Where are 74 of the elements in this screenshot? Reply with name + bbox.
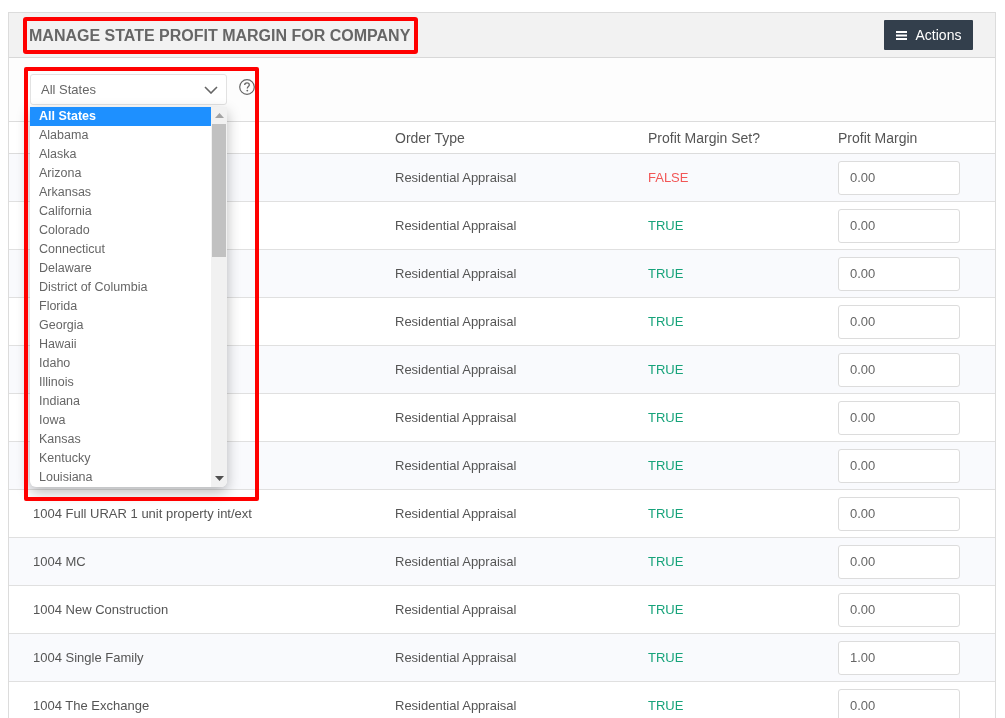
status-cell: TRUE xyxy=(624,585,814,634)
state-option[interactable]: Arizona xyxy=(30,164,211,183)
table-cell: 1004 MC xyxy=(9,537,371,586)
order-type-cell: Residential Appraisal xyxy=(371,489,624,538)
state-option[interactable]: District of Columbia xyxy=(30,278,211,297)
status-cell: TRUE xyxy=(624,681,814,718)
state-option[interactable]: Florida xyxy=(30,297,211,316)
profit-margin-input[interactable]: 0.00 xyxy=(838,304,960,339)
menu-icon xyxy=(895,30,907,40)
table-cell: 1004 Single Family xyxy=(9,633,371,682)
status-cell: FALSE xyxy=(624,153,814,202)
state-select[interactable]: All States xyxy=(30,74,227,105)
status-cell: TRUE xyxy=(624,249,814,298)
order-type-cell: Residential Appraisal xyxy=(371,345,624,394)
state-option[interactable]: Colorado xyxy=(30,221,211,240)
profit-margin-input[interactable]: 0.00 xyxy=(838,592,960,627)
order-type-cell: Residential Appraisal xyxy=(371,201,624,250)
state-option[interactable]: Georgia xyxy=(30,316,211,335)
profit-margin-input[interactable]: 0.00 xyxy=(838,496,960,531)
profit-margin-input[interactable]: 0.00 xyxy=(838,400,960,435)
scroll-down-arrow-icon[interactable] xyxy=(214,476,224,481)
state-option[interactable]: Louisiana xyxy=(30,468,211,487)
chevron-down-icon xyxy=(204,85,218,94)
state-option[interactable]: Illinois xyxy=(30,373,211,392)
status-cell: TRUE xyxy=(624,441,814,490)
order-type-cell: Residential Appraisal xyxy=(371,153,624,202)
status-cell: TRUE xyxy=(624,537,814,586)
scrollbar[interactable] xyxy=(211,107,227,487)
order-type-cell: Residential Appraisal xyxy=(371,633,624,682)
order-type-cell: Residential Appraisal xyxy=(371,441,624,490)
state-option[interactable]: Iowa xyxy=(30,411,211,430)
state-option[interactable]: Delaware xyxy=(30,259,211,278)
scroll-up-arrow-icon[interactable] xyxy=(214,113,224,118)
order-type-cell: Residential Appraisal xyxy=(371,297,624,346)
state-option[interactable]: Hawaii xyxy=(30,335,211,354)
state-option[interactable]: Arkansas xyxy=(30,183,211,202)
state-option[interactable]: Indiana xyxy=(30,392,211,411)
column-header: Profit Margin Set? xyxy=(624,121,814,154)
profit-margin-input[interactable]: 0.00 xyxy=(838,688,960,718)
state-option[interactable]: Connecticut xyxy=(30,240,211,259)
state-option[interactable]: Kansas xyxy=(30,430,211,449)
state-option[interactable]: All States xyxy=(30,107,211,126)
help-icon[interactable] xyxy=(239,79,255,95)
profit-margin-input[interactable]: 0.00 xyxy=(838,448,960,483)
order-type-cell: Residential Appraisal xyxy=(371,393,624,442)
table-cell: 1004 Full URAR 1 unit property int/ext xyxy=(9,489,371,538)
scrollbar-thumb[interactable] xyxy=(212,124,226,257)
order-type-cell: Residential Appraisal xyxy=(371,585,624,634)
state-option[interactable]: Alaska xyxy=(30,145,211,164)
actions-button[interactable]: Actions xyxy=(884,20,973,50)
column-header: Order Type xyxy=(371,121,624,154)
status-cell: TRUE xyxy=(624,345,814,394)
profit-margin-input[interactable]: 0.00 xyxy=(838,352,960,387)
column-header: Profit Margin xyxy=(814,121,995,154)
profit-margin-input[interactable]: 0.00 xyxy=(838,160,960,195)
status-cell: TRUE xyxy=(624,393,814,442)
order-type-cell: Residential Appraisal xyxy=(371,249,624,298)
status-cell: TRUE xyxy=(624,633,814,682)
profit-margin-input[interactable]: 0.00 xyxy=(838,208,960,243)
order-type-cell: Residential Appraisal xyxy=(371,681,624,718)
table-cell: 1004 New Construction xyxy=(9,585,371,634)
page-title: MANAGE STATE PROFIT MARGIN FOR COMPANY xyxy=(29,25,411,46)
state-option[interactable]: California xyxy=(30,202,211,221)
order-type-cell: Residential Appraisal xyxy=(371,537,624,586)
status-cell: TRUE xyxy=(624,201,814,250)
state-option[interactable]: Kentucky xyxy=(30,449,211,468)
profit-margin-input[interactable]: 1.00 xyxy=(838,640,960,675)
status-cell: TRUE xyxy=(624,489,814,538)
profit-margin-input[interactable]: 0.00 xyxy=(838,544,960,579)
state-option[interactable]: Idaho xyxy=(30,354,211,373)
profit-margin-input[interactable]: 0.00 xyxy=(838,256,960,291)
state-option[interactable]: Alabama xyxy=(30,126,211,145)
status-cell: TRUE xyxy=(624,297,814,346)
table-cell: 1004 The Exchange xyxy=(9,681,371,718)
